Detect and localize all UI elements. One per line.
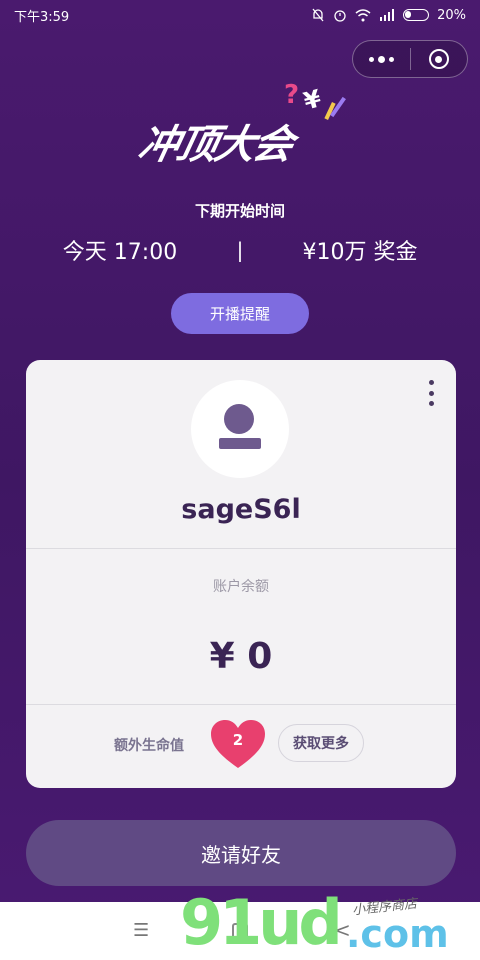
- mute-bell-icon: [312, 8, 324, 22]
- divider: [26, 704, 456, 705]
- extra-lives-label: 额外生命值: [114, 738, 184, 754]
- watermark-suffix: .com: [346, 912, 449, 956]
- battery-icon: [403, 9, 430, 21]
- username: sageS6l: [181, 494, 301, 525]
- close-circle-icon: [428, 49, 449, 69]
- status-bar: 下午3:59 20%: [0, 0, 480, 30]
- app-screen: 下午3:59 20% ? ¥ 冲顶大会 下期开始时间 今天 17:00 | ¥1…: [0, 0, 480, 960]
- close-mini-program-button[interactable]: [411, 41, 468, 77]
- balance-label: 账户余额: [213, 579, 269, 595]
- info-divider: |: [236, 238, 244, 262]
- status-time: 下午3:59: [14, 9, 70, 25]
- divider: [26, 548, 456, 549]
- prize-amount: ¥10万 奖金: [302, 240, 418, 265]
- avatar-head: [224, 404, 254, 434]
- status-icons: 20%: [311, 8, 466, 23]
- more-dots-icon: [368, 55, 394, 63]
- get-more-lives-button[interactable]: 获取更多: [278, 724, 364, 762]
- watermark-logo: 91ud: [180, 886, 343, 959]
- more-menu-button[interactable]: [353, 41, 410, 77]
- wifi-icon: [355, 8, 371, 21]
- battery-level: 20%: [437, 7, 466, 23]
- app-logo: ? ¥ 冲顶大会: [134, 80, 348, 180]
- avatar-body: [219, 438, 261, 449]
- logo-text: 冲顶大会: [134, 122, 297, 168]
- next-session-label: 下期开始时间: [194, 202, 285, 220]
- invite-friends-button[interactable]: 邀请好友: [26, 820, 456, 886]
- balance-value: ¥ 0: [209, 636, 273, 677]
- logo-question-mark: ?: [284, 80, 300, 110]
- card-more-icon[interactable]: [426, 380, 436, 406]
- heart-icon: 2: [209, 718, 267, 770]
- live-reminder-button[interactable]: 开播提醒: [171, 293, 309, 334]
- mini-program-capsule: [352, 40, 468, 78]
- signal-icon: [380, 9, 395, 21]
- profile-card: sageS6l 账户余额 ¥ 0 额外生命值 2 获取更多: [26, 360, 456, 788]
- next-session-time: 今天 17:00: [62, 240, 178, 265]
- next-session-info: 今天 17:00 | ¥10万 奖金: [0, 234, 480, 266]
- alarm-icon: [334, 10, 346, 22]
- menu-icon[interactable]: ☰: [133, 920, 149, 941]
- logo-yen-mark: ¥: [300, 84, 325, 116]
- avatar: [191, 380, 289, 478]
- extra-lives-count: 2: [232, 731, 244, 749]
